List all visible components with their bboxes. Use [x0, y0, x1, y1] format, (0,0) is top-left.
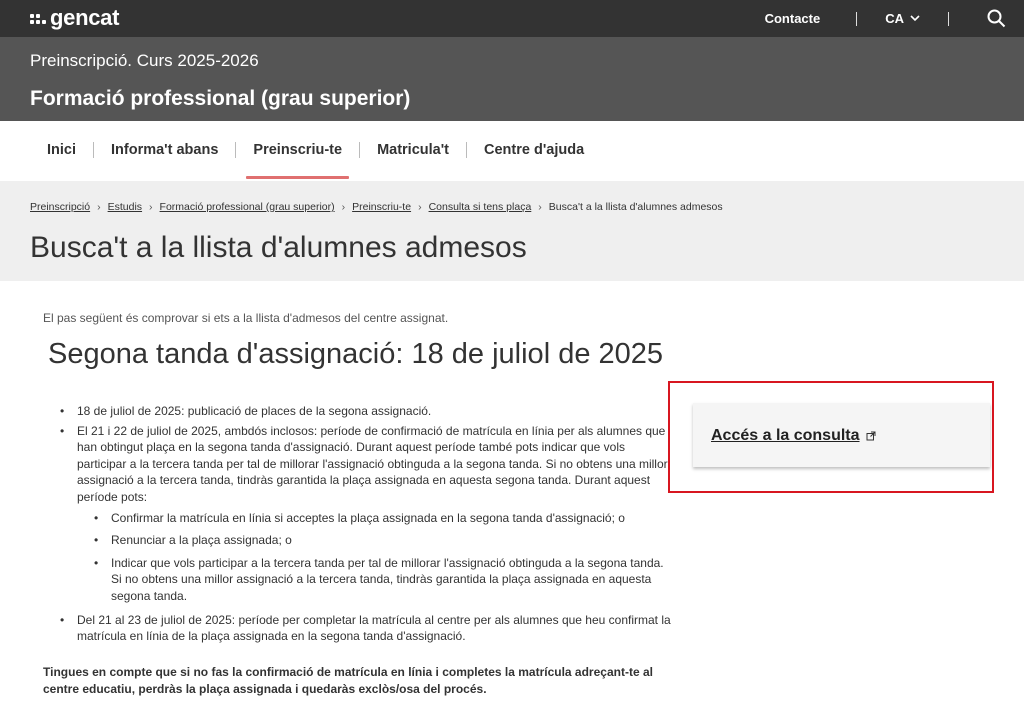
main-nav: Inici Informa't abans Preinscriu-te Matr…	[0, 121, 1024, 179]
top-right-links: Contacte CA	[765, 0, 1024, 37]
sub-list-item: Renunciar a la plaça assignada; o	[77, 532, 672, 549]
list-item: Del 21 al 23 de juliol de 2025: període …	[60, 612, 672, 645]
divider	[948, 11, 949, 26]
section-title: Segona tanda d'assignació: 18 de juliol …	[48, 338, 664, 370]
nav-item-centre-ajuda[interactable]: Centre d'ajuda	[467, 121, 601, 179]
intro-text: El pas següent és comprovar si ets a la …	[43, 311, 449, 325]
divider	[856, 11, 858, 26]
nav-item-matriculat[interactable]: Matricula't	[360, 121, 466, 179]
nav-item-preinscriu-te[interactable]: Preinscriu-te	[236, 121, 359, 179]
chevron-right-icon: ›	[538, 201, 542, 213]
contact-link[interactable]: Contacte	[765, 11, 821, 26]
site-title[interactable]: Formació professional (grau superior)	[30, 87, 410, 111]
page-title: Busca't a la llista d'alumnes admesos	[30, 231, 527, 264]
list-item: 18 de juliol de 2025: publicació de plac…	[60, 403, 672, 420]
external-link-icon	[866, 431, 876, 441]
sub-list-item: Indicar que vols participar a la tercera…	[77, 555, 672, 605]
schedule-list: 18 de juliol de 2025: publicació de plac…	[60, 403, 672, 648]
access-link-label: Accés a la consulta	[711, 427, 860, 444]
access-card: Accés a la consulta	[693, 403, 990, 467]
breadcrumb: Preinscripció › Estudis › Formació profess…	[30, 201, 723, 213]
breadcrumb-link[interactable]: Consulta si tens plaça	[429, 201, 532, 213]
chevron-down-icon	[910, 15, 920, 22]
nav-item-informat-abans[interactable]: Informa't abans	[94, 121, 235, 179]
breadcrumb-link[interactable]: Preinscriu-te	[352, 201, 411, 213]
page-header: Preinscripció › Estudis › Formació profess…	[0, 181, 1024, 281]
site-title-band: Preinscripció. Curs 2025-2026 Formació p…	[0, 37, 1024, 121]
logo-text: gencat	[50, 5, 120, 30]
nav-item-inici[interactable]: Inici	[30, 121, 93, 179]
gencat-logo[interactable]: gencat	[30, 5, 119, 31]
language-selector[interactable]: CA	[885, 11, 920, 26]
chevron-right-icon: ›	[149, 201, 153, 213]
access-consulta-link[interactable]: Accés a la consulta	[711, 427, 876, 445]
search-icon	[987, 9, 1006, 28]
breadcrumb-link[interactable]: Preinscripció	[30, 201, 90, 213]
search-button[interactable]	[987, 9, 1006, 28]
breadcrumb-link[interactable]: Estudis	[108, 201, 142, 213]
language-label: CA	[885, 11, 904, 26]
chevron-right-icon: ›	[341, 201, 346, 213]
warning-note: Tingues en compte que si no fas la confi…	[43, 665, 653, 696]
sub-list-item: Confirmar la matrícula en línia si accep…	[77, 510, 672, 527]
chevron-right-icon: ›	[97, 201, 101, 213]
gencat-logo-mark-icon	[30, 14, 46, 24]
breadcrumb-link[interactable]: Formació professional (grau superior)	[160, 201, 335, 213]
list-item: El 21 i 22 de juliol de 2025, ambdós inc…	[60, 423, 672, 605]
breadcrumb-current: Busca't a la llista d'alumnes admesos	[548, 201, 723, 213]
top-bar: gencat Contacte CA	[0, 0, 1024, 37]
site-subtitle: Preinscripció. Curs 2025-2026	[30, 51, 259, 70]
chevron-right-icon: ›	[418, 201, 422, 213]
